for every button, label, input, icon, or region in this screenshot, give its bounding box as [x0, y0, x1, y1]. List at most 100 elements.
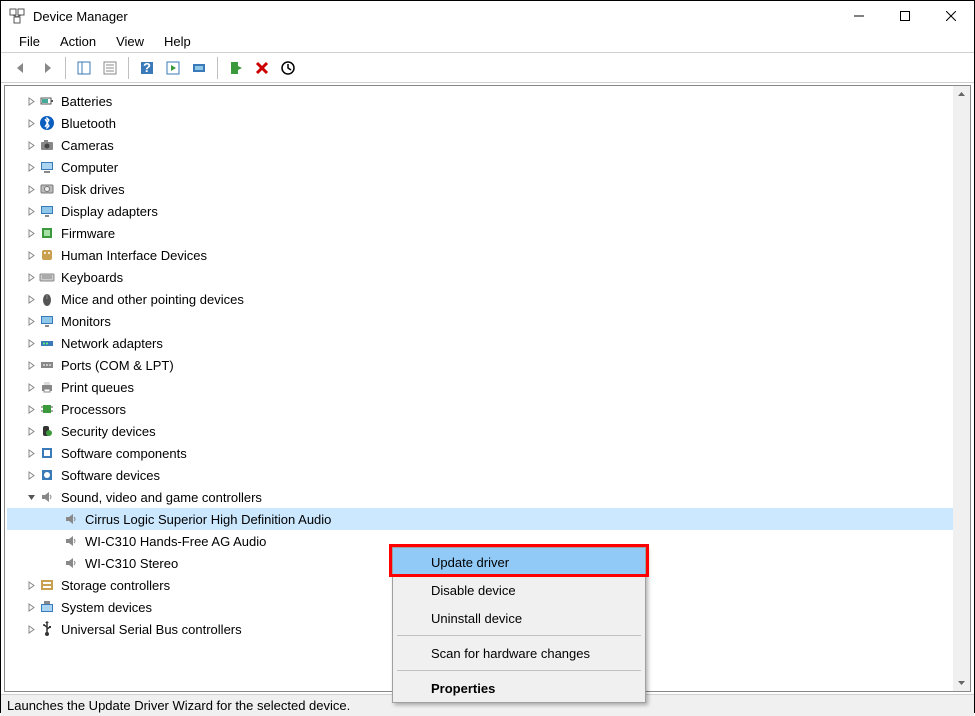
chevron-right-icon[interactable]: [23, 427, 39, 436]
chevron-right-icon[interactable]: [23, 185, 39, 194]
tree-category-label: Sound, video and game controllers: [61, 490, 262, 505]
chevron-right-icon[interactable]: [23, 141, 39, 150]
chevron-right-icon[interactable]: [23, 207, 39, 216]
update-driver-button[interactable]: [224, 56, 248, 80]
tree-category-label: Universal Serial Bus controllers: [61, 622, 242, 637]
status-text: Launches the Update Driver Wizard for th…: [7, 698, 350, 713]
context-menu: Update driverDisable deviceUninstall dev…: [392, 547, 646, 703]
context-menu-separator: [397, 670, 641, 671]
chevron-right-icon[interactable]: [23, 581, 39, 590]
help-button[interactable]: ?: [135, 56, 159, 80]
close-button[interactable]: [928, 1, 974, 31]
tree-category[interactable]: Security devices: [7, 420, 970, 442]
display-icon: [39, 203, 55, 219]
chevron-right-icon[interactable]: [23, 405, 39, 414]
chevron-right-icon[interactable]: [23, 383, 39, 392]
hid-icon: [39, 247, 55, 263]
tree-category-label: Storage controllers: [61, 578, 170, 593]
tree-category[interactable]: Human Interface Devices: [7, 244, 970, 266]
tree-category[interactable]: Ports (COM & LPT): [7, 354, 970, 376]
tree-category-label: Disk drives: [61, 182, 125, 197]
tree-category-label: Processors: [61, 402, 126, 417]
context-menu-item[interactable]: Uninstall device: [393, 604, 645, 632]
chevron-right-icon[interactable]: [23, 361, 39, 370]
chevron-right-icon[interactable]: [23, 625, 39, 634]
tree-category-label: Display adapters: [61, 204, 158, 219]
menu-action[interactable]: Action: [50, 32, 106, 51]
maximize-button[interactable]: [882, 1, 928, 31]
forward-button[interactable]: [35, 56, 59, 80]
sound-icon: [39, 489, 55, 505]
tree-category[interactable]: Network adapters: [7, 332, 970, 354]
tree-category[interactable]: Keyboards: [7, 266, 970, 288]
toolbar-separator: [128, 57, 129, 79]
menu-help[interactable]: Help: [154, 32, 201, 51]
tree-category[interactable]: Cameras: [7, 134, 970, 156]
properties-button[interactable]: [98, 56, 122, 80]
tree-category-label: Human Interface Devices: [61, 248, 207, 263]
svg-text:?: ?: [143, 60, 151, 75]
tree-category[interactable]: Firmware: [7, 222, 970, 244]
vertical-scrollbar[interactable]: [953, 86, 970, 691]
context-menu-item[interactable]: Scan for hardware changes: [393, 639, 645, 667]
scan-hardware-button[interactable]: [187, 56, 211, 80]
context-menu-item[interactable]: Disable device: [393, 576, 645, 604]
context-menu-item[interactable]: Update driver: [393, 548, 645, 576]
tree-category[interactable]: Monitors: [7, 310, 970, 332]
action-button[interactable]: [161, 56, 185, 80]
speaker-icon: [63, 533, 79, 549]
monitor-icon: [39, 313, 55, 329]
chevron-right-icon[interactable]: [23, 317, 39, 326]
minimize-button[interactable]: [836, 1, 882, 31]
toolbar-separator: [65, 57, 66, 79]
window-title: Device Manager: [33, 9, 128, 24]
chevron-right-icon[interactable]: [23, 97, 39, 106]
chevron-right-icon[interactable]: [23, 449, 39, 458]
tree-category[interactable]: Display adapters: [7, 200, 970, 222]
menu-file[interactable]: File: [9, 32, 50, 51]
chevron-right-icon[interactable]: [23, 273, 39, 282]
tree-category[interactable]: Software components: [7, 442, 970, 464]
tree-category[interactable]: Sound, video and game controllers: [7, 486, 970, 508]
chevron-right-icon[interactable]: [23, 229, 39, 238]
tree-category-label: Mice and other pointing devices: [61, 292, 244, 307]
chevron-right-icon[interactable]: [23, 251, 39, 260]
toolbar-separator: [217, 57, 218, 79]
mouse-icon: [39, 291, 55, 307]
tree-device-label: WI-C310 Hands-Free AG Audio: [85, 534, 266, 549]
tree-category[interactable]: Disk drives: [7, 178, 970, 200]
tree-category-label: Security devices: [61, 424, 156, 439]
scroll-down-icon[interactable]: [953, 674, 970, 691]
show-hide-console-tree-button[interactable]: [72, 56, 96, 80]
chevron-right-icon[interactable]: [23, 295, 39, 304]
context-menu-item[interactable]: Properties: [393, 674, 645, 702]
chevron-right-icon[interactable]: [23, 339, 39, 348]
uninstall-button[interactable]: [250, 56, 274, 80]
tree-category-label: System devices: [61, 600, 152, 615]
battery-icon: [39, 93, 55, 109]
tree-category[interactable]: Processors: [7, 398, 970, 420]
chevron-right-icon[interactable]: [23, 471, 39, 480]
storage-icon: [39, 577, 55, 593]
tree-category[interactable]: Mice and other pointing devices: [7, 288, 970, 310]
chevron-down-icon[interactable]: [23, 493, 39, 502]
disable-button[interactable]: [276, 56, 300, 80]
menubar: File Action View Help: [1, 31, 974, 53]
chevron-right-icon[interactable]: [23, 119, 39, 128]
tree-category[interactable]: Print queues: [7, 376, 970, 398]
bluetooth-icon: [39, 115, 55, 131]
printer-icon: [39, 379, 55, 395]
tree-category[interactable]: Software devices: [7, 464, 970, 486]
tree-category-label: Firmware: [61, 226, 115, 241]
tree-category-label: Software components: [61, 446, 187, 461]
chevron-right-icon[interactable]: [23, 603, 39, 612]
tree-category[interactable]: Computer: [7, 156, 970, 178]
scroll-up-icon[interactable]: [953, 86, 970, 103]
tree-category-label: Keyboards: [61, 270, 123, 285]
chevron-right-icon[interactable]: [23, 163, 39, 172]
tree-device[interactable]: Cirrus Logic Superior High Definition Au…: [7, 508, 970, 530]
back-button[interactable]: [9, 56, 33, 80]
tree-category[interactable]: Bluetooth: [7, 112, 970, 134]
menu-view[interactable]: View: [106, 32, 154, 51]
tree-category[interactable]: Batteries: [7, 90, 970, 112]
